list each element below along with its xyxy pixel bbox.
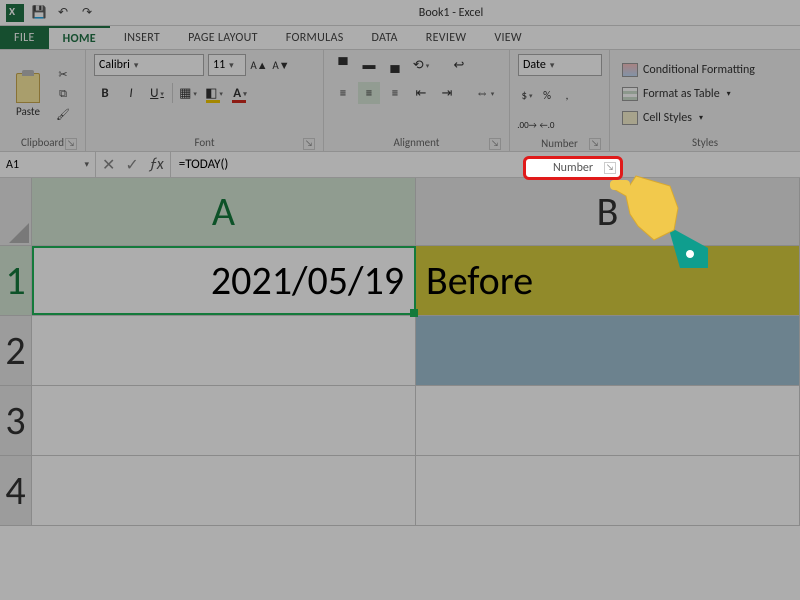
merge-center-icon[interactable]: ⇔ xyxy=(474,82,496,104)
cut-icon[interactable]: ✂ xyxy=(54,66,72,82)
group-label-number: Number ↘ xyxy=(518,136,601,150)
conditional-formatting-button[interactable]: Conditional Formatting xyxy=(618,59,759,81)
cell-b2[interactable] xyxy=(416,316,800,385)
paste-label: Paste xyxy=(8,105,48,118)
font-color-icon[interactable]: A xyxy=(229,82,251,104)
fill-color-icon[interactable]: ◧ xyxy=(203,82,225,104)
align-right-icon[interactable]: ≡ xyxy=(384,82,406,104)
font-size-combo[interactable]: 11▾ xyxy=(208,54,246,76)
tab-review[interactable]: REVIEW xyxy=(412,26,481,49)
row-header-4[interactable]: 4 xyxy=(0,456,32,525)
percent-format-icon[interactable]: % xyxy=(538,84,556,106)
decrease-indent-icon[interactable]: ⇤ xyxy=(410,82,432,104)
cancel-formula-icon[interactable]: ✕ xyxy=(102,155,115,175)
tab-formulas[interactable]: FORMULAS xyxy=(272,26,358,49)
increase-font-icon[interactable]: A▲ xyxy=(250,54,268,76)
orientation-icon[interactable]: ⟲ xyxy=(410,54,432,76)
row-header-2[interactable]: 2 xyxy=(0,316,32,385)
number-launcher-icon[interactable]: ↘ xyxy=(589,138,601,150)
paste-button[interactable]: Paste xyxy=(8,71,48,118)
group-label-styles: Styles xyxy=(618,134,792,150)
comma-format-icon[interactable]: , xyxy=(558,84,576,106)
copy-icon[interactable]: ⧉ xyxy=(54,86,72,102)
group-font: Calibri▾ 11▾ A▲ A▼ B I U ▦ ◧ A Font ↘ xyxy=(86,50,324,151)
tab-home[interactable]: HOME xyxy=(49,26,110,49)
tab-insert[interactable]: INSERT xyxy=(110,26,174,49)
cell-a1[interactable]: 2021/05/19 xyxy=(32,246,416,315)
excel-icon xyxy=(6,4,24,22)
row-header-1[interactable]: 1 xyxy=(0,246,32,315)
number-format-combo[interactable]: Date▾ xyxy=(518,54,602,76)
decrease-font-icon[interactable]: A▼ xyxy=(272,54,290,76)
italic-button[interactable]: I xyxy=(120,82,142,104)
group-label-font: Font ↘ xyxy=(94,134,315,150)
align-center-icon[interactable]: ≡ xyxy=(358,82,380,104)
window-title: Book1 - Excel xyxy=(102,6,800,20)
cell-b4[interactable] xyxy=(416,456,800,525)
increase-indent-icon[interactable]: ⇥ xyxy=(436,82,458,104)
column-header-a[interactable]: A xyxy=(32,178,416,245)
clipboard-icon xyxy=(16,73,40,103)
title-bar: 💾 ↶ ↷ Book1 - Excel xyxy=(0,0,800,26)
row-header-3[interactable]: 3 xyxy=(0,386,32,455)
cell-a3[interactable] xyxy=(32,386,416,455)
fx-controls: ✕ ✓ ƒx xyxy=(96,152,171,177)
ribbon: Paste ✂ ⧉ 🖌 Clipboard ↘ Calibri▾ 11▾ A▲ xyxy=(0,50,800,152)
tab-page-layout[interactable]: PAGE LAYOUT xyxy=(174,26,272,49)
bold-button[interactable]: B xyxy=(94,82,116,104)
accounting-format-icon[interactable]: $ xyxy=(518,84,536,106)
redo-icon[interactable]: ↷ xyxy=(78,4,96,22)
increase-decimal-icon[interactable]: .00→ xyxy=(518,114,536,136)
group-styles: Conditional Formatting Format as Table▾ … xyxy=(610,50,800,151)
cell-b3[interactable] xyxy=(416,386,800,455)
table-icon xyxy=(622,87,638,101)
format-painter-icon[interactable]: 🖌 xyxy=(54,106,72,122)
tab-view[interactable]: VIEW xyxy=(480,26,536,49)
select-all-corner[interactable] xyxy=(0,178,32,245)
borders-icon[interactable]: ▦ xyxy=(177,82,199,104)
decrease-decimal-icon[interactable]: ←.0 xyxy=(538,114,556,136)
align-bottom-icon[interactable]: ▄ xyxy=(384,54,406,76)
align-top-icon[interactable]: ▀ xyxy=(332,54,354,76)
wrap-text-icon[interactable]: ↩ xyxy=(448,54,470,76)
enter-formula-icon[interactable]: ✓ xyxy=(125,155,138,175)
font-name-combo[interactable]: Calibri▾ xyxy=(94,54,204,76)
tab-data[interactable]: DATA xyxy=(358,26,412,49)
align-left-icon[interactable]: ≡ xyxy=(332,82,354,104)
group-alignment: ▀ ▬ ▄ ⟲ ↩ ≡ ≡ ≡ ⇤ ⇥ ⇔ Alignment ↘ xyxy=(324,50,510,151)
group-label-clipboard: Clipboard ↘ xyxy=(8,134,77,150)
underline-button[interactable]: U xyxy=(146,82,168,104)
group-number: Date▾ $ % , .00→ ←.0 Number ↘ xyxy=(510,50,610,151)
group-clipboard: Paste ✂ ⧉ 🖌 Clipboard ↘ xyxy=(0,50,86,151)
name-box[interactable]: A1▾ xyxy=(0,152,96,177)
insert-function-icon[interactable]: ƒx xyxy=(149,155,164,174)
ribbon-tabs: FILE HOME INSERT PAGE LAYOUT FORMULAS DA… xyxy=(0,26,800,50)
undo-icon[interactable]: ↶ xyxy=(54,4,72,22)
cell-styles-button[interactable]: Cell Styles▾ xyxy=(618,107,759,129)
clipboard-launcher-icon[interactable]: ↘ xyxy=(65,138,77,150)
conditional-formatting-icon xyxy=(622,63,638,77)
align-middle-icon[interactable]: ▬ xyxy=(358,54,380,76)
font-launcher-icon[interactable]: ↘ xyxy=(303,138,315,150)
alignment-launcher-icon[interactable]: ↘ xyxy=(489,138,501,150)
save-icon[interactable]: 💾 xyxy=(30,4,48,22)
format-as-table-button[interactable]: Format as Table▾ xyxy=(618,83,759,105)
group-label-alignment: Alignment ↘ xyxy=(332,134,501,150)
cell-a4[interactable] xyxy=(32,456,416,525)
cell-a2[interactable] xyxy=(32,316,416,385)
cell-styles-icon xyxy=(622,111,638,125)
quick-access-toolbar: 💾 ↶ ↷ xyxy=(0,4,102,22)
tab-file[interactable]: FILE xyxy=(0,26,49,49)
pointing-hand-icon xyxy=(608,168,708,268)
